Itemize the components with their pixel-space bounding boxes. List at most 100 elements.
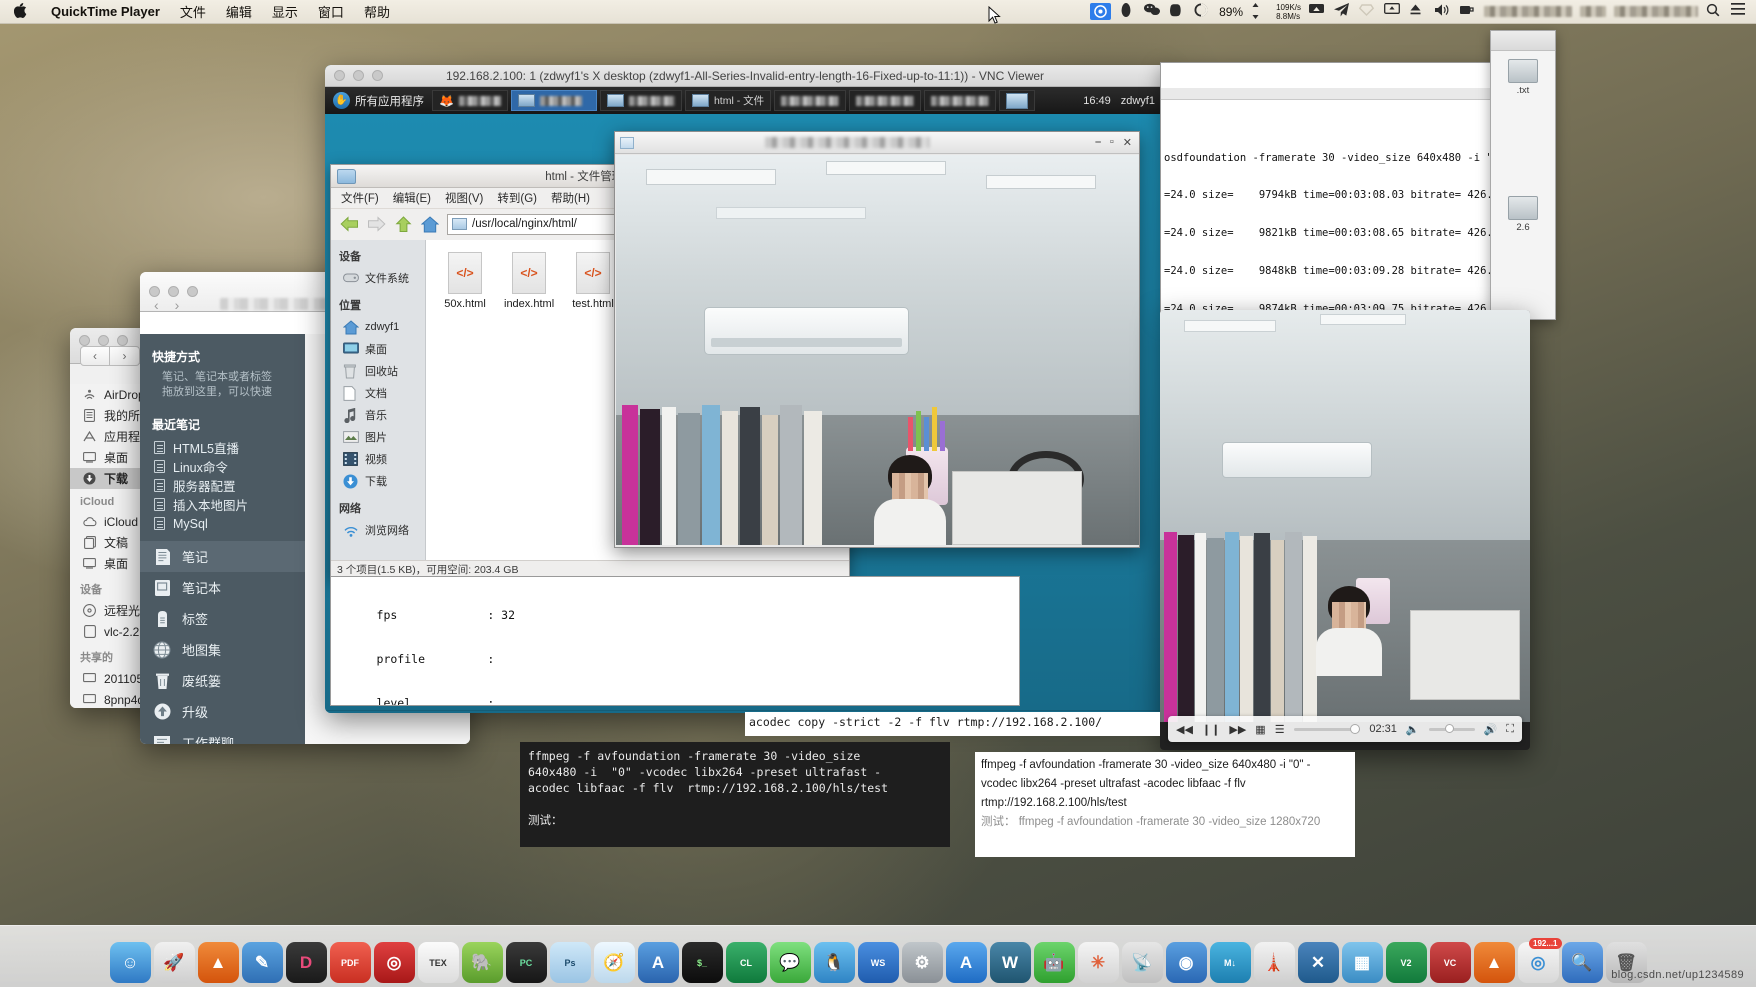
menu-item-view[interactable]: 显示 bbox=[262, 2, 308, 21]
dock-item-vc[interactable]: VC bbox=[1429, 942, 1471, 983]
dock-item-texshop[interactable]: TEX bbox=[417, 942, 459, 983]
dock-item-vscode[interactable]: ✕ bbox=[1297, 942, 1339, 983]
up-arrow-icon[interactable] bbox=[393, 215, 413, 233]
volume-high-icon[interactable]: 🔊 bbox=[1484, 723, 1498, 736]
volume-icon[interactable] bbox=[1434, 3, 1451, 20]
side-window-titlebar[interactable] bbox=[1491, 31, 1555, 51]
sidebar-item-atlas[interactable]: 地图集 bbox=[140, 634, 305, 665]
minimize-button[interactable]: ⎯ bbox=[1095, 136, 1101, 149]
recent-note-item[interactable]: HTML5直播 bbox=[140, 438, 305, 457]
pause-icon[interactable]: ❙❙ bbox=[1202, 723, 1220, 736]
back-arrow-icon[interactable] bbox=[339, 215, 359, 233]
finder-nav-buttons[interactable]: ‹ › bbox=[80, 346, 140, 366]
close-button[interactable] bbox=[79, 335, 90, 346]
applications-menu-button[interactable]: ✋ 所有应用程序 bbox=[325, 92, 432, 109]
sidebar-item-music[interactable]: 音乐 bbox=[331, 404, 425, 426]
volume-slider[interactable] bbox=[1428, 724, 1475, 733]
dock-item-launchpad[interactable]: 🚀 bbox=[153, 942, 195, 983]
sidebar-item-trash[interactable]: 回收站 bbox=[331, 360, 425, 382]
linux-taskbar[interactable]: ✋ 所有应用程序 🦊 html - 文件 16:49 zdwyf1 bbox=[325, 87, 1165, 114]
volume-low-icon[interactable]: 🔈 bbox=[1406, 723, 1420, 736]
taskbar-item-thumbnail[interactable] bbox=[999, 90, 1036, 111]
evernote-window-lights[interactable] bbox=[140, 286, 198, 297]
menu-file[interactable]: 文件(F) bbox=[341, 190, 379, 206]
airplay-icon[interactable] bbox=[1309, 3, 1326, 20]
dock-item-evernote[interactable]: 🐘 bbox=[461, 942, 503, 983]
vnc-titlebar[interactable]: 192.168.2.100: 1 (zdwyf1's X desktop (zd… bbox=[325, 65, 1165, 87]
maximize-button[interactable]: ▫ bbox=[1110, 136, 1114, 149]
apple-menu-icon[interactable] bbox=[0, 2, 41, 21]
dock-item-qq[interactable]: 🐧 bbox=[813, 942, 855, 983]
dock-item-pycharm[interactable]: PC bbox=[505, 942, 547, 983]
ffplay-window-buttons[interactable]: ⎯ ▫ ✕ bbox=[1095, 136, 1139, 149]
recent-note-item[interactable]: Linux命令 bbox=[140, 457, 305, 476]
taskbar-item-terminal-1[interactable] bbox=[774, 90, 847, 111]
evernote-nav-buttons[interactable]: ‹ › bbox=[154, 297, 179, 313]
dock-item-storm[interactable]: ◉ bbox=[1165, 942, 1207, 983]
rewind-icon[interactable]: ◀◀ bbox=[1176, 723, 1193, 736]
dropbox-icon[interactable] bbox=[1119, 3, 1136, 20]
quicktime-video-canvas[interactable] bbox=[1160, 310, 1530, 722]
dock-item-webstorm[interactable]: WS bbox=[857, 942, 899, 983]
dock-item-network-utility[interactable]: 📡 bbox=[1121, 942, 1163, 983]
diamond-icon[interactable] bbox=[1359, 3, 1376, 20]
quicktime-video-window[interactable]: ◀◀ ❙❙ ▶▶ ▦ ☰ 02:31 🔈 🔊 ⛶ bbox=[1160, 310, 1530, 750]
recent-note-item[interactable]: MySql bbox=[140, 514, 305, 533]
evernote-sidebar[interactable]: 快捷方式 笔记、笔记本或者标签 拖放到这里，可以快速 最近笔记 HTML5直播 … bbox=[140, 334, 305, 744]
dock-item-v2ex[interactable]: V2 bbox=[1385, 942, 1427, 983]
dock-item-chrome[interactable]: ◎ 192...1 bbox=[1517, 938, 1562, 983]
sidebar-item-documents[interactable]: 文档 bbox=[331, 382, 425, 404]
dock-item-markdown[interactable]: M↓ bbox=[1209, 942, 1251, 983]
menu-item-file[interactable]: 文件 bbox=[170, 2, 216, 21]
dock-item-datagrip[interactable]: D bbox=[285, 942, 327, 983]
sidebar-item-filesystem[interactable]: 文件系统 bbox=[331, 267, 425, 289]
sidebar-item-browse-network[interactable]: 浏览网络 bbox=[331, 519, 425, 541]
screenshot-icon[interactable] bbox=[1090, 3, 1112, 20]
eject-icon[interactable] bbox=[1409, 3, 1426, 20]
finder-window-lights[interactable] bbox=[70, 335, 128, 346]
fullscreen-icon[interactable]: ⛶ bbox=[1506, 723, 1514, 736]
stop-icon[interactable]: ▦ bbox=[1255, 723, 1265, 736]
close-button[interactable]: ✕ bbox=[1123, 136, 1132, 149]
spotlight-search-icon[interactable] bbox=[1706, 3, 1723, 20]
forward-arrow-icon[interactable] bbox=[366, 215, 386, 233]
menu-item-help[interactable]: 帮助 bbox=[354, 2, 400, 21]
recent-note-item[interactable]: 插入本地图片 bbox=[140, 495, 305, 514]
notification-center-icon[interactable] bbox=[1731, 3, 1748, 20]
menu-view[interactable]: 视图(V) bbox=[445, 190, 483, 206]
chapters-icon[interactable]: ☰ bbox=[1275, 723, 1285, 736]
file-item[interactable]: </> 50x.html bbox=[440, 252, 490, 310]
fast-forward-icon[interactable]: ▶▶ bbox=[1229, 723, 1246, 736]
sidebar-item-trash[interactable]: 废纸篓 bbox=[140, 665, 305, 696]
mac-dock[interactable]: ☺ 🚀 ▲ ✎ D PDF ◎ TEX 🐘 PC Ps 🧭 A $_ CL 💬 … bbox=[0, 925, 1756, 987]
taskbar-item-filemanager-2[interactable]: html - 文件 bbox=[684, 90, 772, 111]
dock-item-opera[interactable]: ◎ bbox=[373, 942, 415, 983]
sidebar-item-tags[interactable]: 标签 bbox=[140, 603, 305, 634]
dock-item-system-preferences[interactable]: ⚙ bbox=[901, 942, 943, 983]
side-file-window[interactable]: .txt 2.6 bbox=[1490, 30, 1556, 320]
dock-item-clion[interactable]: CL bbox=[725, 942, 767, 983]
forward-button[interactable]: › bbox=[110, 346, 140, 366]
telegram-icon[interactable] bbox=[1334, 3, 1351, 20]
home-icon[interactable] bbox=[420, 215, 440, 233]
dock-item-xmind[interactable]: ✳ bbox=[1077, 942, 1119, 983]
sidebar-item-home[interactable]: zdwyf1 bbox=[331, 316, 425, 338]
taskbar-item-terminal-2[interactable] bbox=[849, 90, 922, 111]
taskbar-item-window-active[interactable] bbox=[510, 90, 597, 111]
wechat-icon[interactable] bbox=[1144, 3, 1161, 20]
quicktime-playback-controls[interactable]: ◀◀ ❙❙ ▶▶ ▦ ☰ 02:31 🔈 🔊 ⛶ bbox=[1168, 716, 1522, 742]
menu-go[interactable]: 转到(G) bbox=[497, 190, 537, 206]
minimize-button[interactable] bbox=[168, 286, 179, 297]
menu-help[interactable]: 帮助(H) bbox=[551, 190, 590, 206]
display-icon[interactable] bbox=[1384, 3, 1401, 20]
ffplay-titlebar[interactable]: ⎯ ▫ ✕ bbox=[615, 132, 1139, 154]
minimize-button[interactable] bbox=[98, 335, 109, 346]
dock-item-photoshop[interactable]: Ps bbox=[549, 942, 591, 983]
ffplay-video-window[interactable]: ⎯ ▫ ✕ bbox=[614, 131, 1140, 548]
volume-knob[interactable] bbox=[1444, 724, 1454, 733]
playback-scrubber[interactable] bbox=[1293, 724, 1361, 734]
dock-item-vlc2[interactable]: ▲ bbox=[1473, 942, 1515, 983]
taskbar-item-firefox[interactable]: 🦊 bbox=[432, 90, 508, 111]
maximize-button[interactable] bbox=[117, 335, 128, 346]
taskbar-item-filemanager-1[interactable] bbox=[599, 90, 682, 111]
